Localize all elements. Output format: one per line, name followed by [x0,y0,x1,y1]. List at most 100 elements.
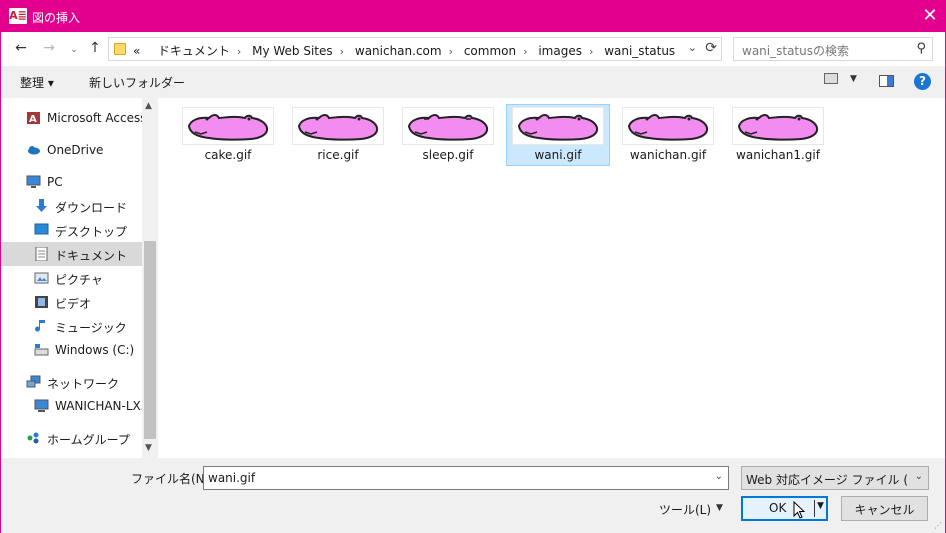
address-bar[interactable]: « ドキュメント › My Web Sites › wanichan.com › co… [108,37,722,61]
sidebar-scrollbar[interactable]: ▲ ▼ [142,98,158,458]
search-input[interactable]: wani_statusの検索 ⚲ [733,37,933,61]
window-title: 図の挿入 [32,11,81,25]
sidebar-item-downloads[interactable]: ダウンロード [1,194,142,218]
sidebar-item-label: ドキュメント [55,249,128,263]
sidebar-item-onedrive[interactable]: OneDrive [1,138,142,162]
sidebar-item-music[interactable]: ミュージック [1,314,142,338]
breadcrumb-item[interactable]: wani_status [604,44,675,58]
chevron-down-icon[interactable]: ⌄ [915,471,923,482]
address-row: ← → ⌄ ↑ « ドキュメント › My Web Sites › wanichan… [1,32,945,66]
file-name: wanichan.gif [629,148,707,162]
insert-picture-dialog: A≣ 図の挿入 ✕ ← → ⌄ ↑ « ドキュメント › My Web Sites… [0,0,946,533]
close-button[interactable]: ✕ [915,1,945,32]
resize-grip-icon[interactable]: ⋰ [934,521,942,530]
tools-button[interactable]: ツール(L) [659,501,711,518]
cancel-button[interactable]: キャンセル [841,496,928,521]
sidebar-item-label: ミュージック [55,321,127,335]
file-item-wanichan1[interactable]: wanichan1.gif [726,104,830,166]
pictures-icon [34,272,49,284]
file-type-select[interactable]: Web 対応イメージ ファイル (*.jpg;*. ⌄ [741,466,929,490]
sidebar-item-label: ネットワーク [47,377,120,391]
search-icon[interactable]: ⚲ [916,41,926,56]
sidebar-item-documents[interactable]: ドキュメント [1,242,142,266]
sidebar-item-microsoft-access[interactable]: A Microsoft Access [1,106,142,130]
file-type-value: Web 対応イメージ ファイル (*.jpg;*. [746,473,908,487]
breadcrumb-overflow[interactable]: « [133,44,140,58]
view-dropdown-icon[interactable]: ▼ [850,74,857,84]
preview-pane-icon[interactable] [879,75,894,87]
breadcrumb-item[interactable]: My Web Sites [252,44,333,58]
sidebar-item-wanichan-lx5[interactable]: WANICHAN-LX5 [1,394,142,418]
command-bar: 整理 ▾ 新しいフォルダー ▼ ? [1,66,945,98]
file-name: wani.gif [534,148,582,162]
ok-dropdown-icon[interactable]: ▼ [817,501,824,511]
sidebar-item-videos[interactable]: ビデオ [1,290,142,314]
organize-button[interactable]: 整理 ▾ [20,74,54,91]
file-list: cake.gif rice.gif sleep.gif wani.gif wan… [158,98,945,458]
folder-icon [114,43,126,55]
new-folder-button[interactable]: 新しいフォルダー [89,74,185,91]
documents-icon [35,247,48,261]
recent-locations-button[interactable]: ⌄ [66,42,82,58]
file-item-sleep[interactable]: sleep.gif [396,104,500,166]
ok-button[interactable]: OK ▼ [741,496,828,521]
breadcrumb-item[interactable]: images [538,44,582,58]
chevron-down-icon[interactable]: ⌄ [715,471,723,482]
access-app-icon: A≣ [9,8,27,24]
sidebar-item-label: デスクトップ [55,225,128,239]
sidebar-item-label: ビデオ [55,297,92,311]
scroll-up-icon[interactable]: ▲ [145,101,152,111]
sidebar-item-label: PC [47,175,63,189]
back-button[interactable]: ← [13,40,29,56]
network-icon [26,375,41,388]
file-item-rice[interactable]: rice.gif [286,104,390,166]
sidebar-item-homegroup[interactable]: ホームグループ [1,426,142,450]
sidebar-item-network[interactable]: ネットワーク [1,370,142,394]
file-name: cake.gif [204,148,252,162]
file-item-cake[interactable]: cake.gif [176,104,280,166]
help-icon[interactable]: ? [914,73,931,90]
scrollbar-thumb[interactable] [144,241,156,439]
sidebar-item-label: ホームグループ [47,433,130,447]
file-name: rice.gif [317,148,359,162]
ok-label: OK [769,501,787,515]
sidebar-item-pc[interactable]: PC [1,170,142,194]
refresh-icon[interactable]: ⟳ [705,40,717,56]
navigation-pane: A Microsoft Access OneDrive PC ダウンロード デス… [1,98,158,458]
file-name: wanichan1.gif [736,148,820,162]
breadcrumb-item[interactable]: common [464,44,516,58]
sidebar-item-desktop[interactable]: デスクトップ [1,218,142,242]
sidebar-item-label: Microsoft Access [47,111,142,125]
split-divider [814,500,815,517]
mouse-cursor-icon [793,501,805,519]
breadcrumb-item[interactable]: ドキュメント [158,44,230,58]
crocodile-thumbnail-icon [292,107,384,145]
cancel-label: キャンセル [854,503,915,517]
crocodile-thumbnail-icon [182,107,274,145]
forward-button[interactable]: → [41,40,57,56]
tools-dropdown-icon[interactable]: ▼ [716,503,723,513]
breadcrumb-item[interactable]: wanichan.com [355,44,442,58]
music-icon [35,320,45,332]
file-item-wanichan[interactable]: wanichan.gif [616,104,720,166]
title-bar: A≣ 図の挿入 ✕ [1,1,945,32]
video-icon [35,296,48,308]
filename-field[interactable]: wani.gif ⌄ [203,466,729,490]
sidebar-item-label: Windows (C:) [55,343,135,357]
sidebar-item-label: OneDrive [47,143,104,157]
sidebar-item-label: ダウンロード [55,201,128,215]
sidebar-item-windows-c[interactable]: Windows (C:) [1,338,142,362]
scroll-down-icon[interactable]: ▼ [145,443,152,453]
view-icon[interactable] [824,73,838,84]
svg-text:A: A [29,114,37,125]
drive-icon [34,344,49,356]
chevron-down-icon[interactable]: ⌄ [688,41,697,54]
pc-icon [26,175,41,188]
sidebar-item-pictures[interactable]: ピクチャ [1,266,142,290]
sidebar-item-label: WANICHAN-LX5 [55,399,142,413]
breadcrumb: « ドキュメント › My Web Sites › wanichan.com › co… [133,44,676,58]
file-item-wani[interactable]: wani.gif [506,104,610,166]
download-icon [36,199,47,212]
filename-value[interactable]: wani.gif [208,471,255,485]
up-button[interactable]: ↑ [87,40,103,56]
